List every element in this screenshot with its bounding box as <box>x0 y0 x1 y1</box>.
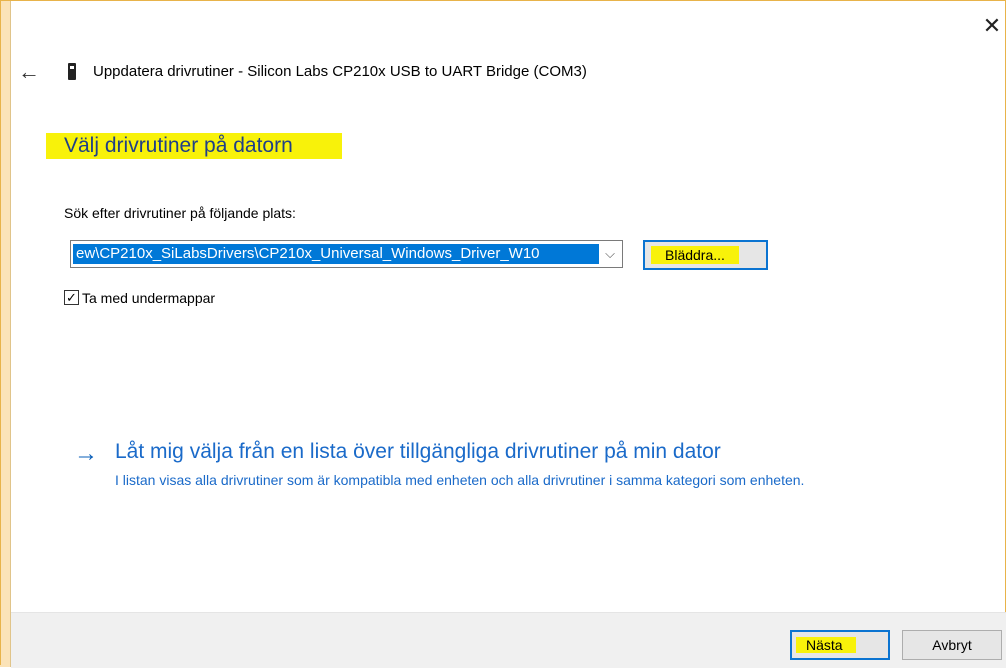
browse-button[interactable]: Bläddra... <box>643 240 768 270</box>
usb-device-icon <box>68 63 76 80</box>
cancel-button[interactable]: Avbryt <box>902 630 1002 660</box>
dialog-frame <box>0 0 1006 665</box>
pick-from-list-link[interactable]: Låt mig välja från en lista över tillgän… <box>115 440 721 464</box>
back-arrow-icon[interactable]: ← <box>18 60 40 84</box>
arrow-right-icon[interactable]: → <box>74 442 98 466</box>
include-subfolders-checkbox[interactable]: ✓ <box>64 290 79 305</box>
next-button-label: Nästa <box>806 637 843 653</box>
search-location-label: Sök efter drivrutiner på följande plats: <box>64 205 296 221</box>
browse-button-label: Bläddra... <box>665 247 725 263</box>
chevron-down-icon[interactable]: ⌵ <box>598 241 622 267</box>
pick-from-list-description: I listan visas alla drivrutiner som är k… <box>115 472 805 488</box>
driver-path-combobox[interactable]: ew\CP210x_SiLabsDrivers\CP210x_Universal… <box>70 240 623 268</box>
dialog-title: Uppdatera drivrutiner - Silicon Labs CP2… <box>93 63 587 80</box>
page-heading: Välj drivrutiner på datorn <box>64 134 293 157</box>
driver-path-input[interactable]: ew\CP210x_SiLabsDrivers\CP210x_Universal… <box>73 244 599 264</box>
next-button[interactable]: Nästa <box>790 630 890 660</box>
close-icon[interactable]: ✕ <box>980 14 1004 38</box>
include-subfolders-label[interactable]: Ta med undermappar <box>82 290 215 306</box>
